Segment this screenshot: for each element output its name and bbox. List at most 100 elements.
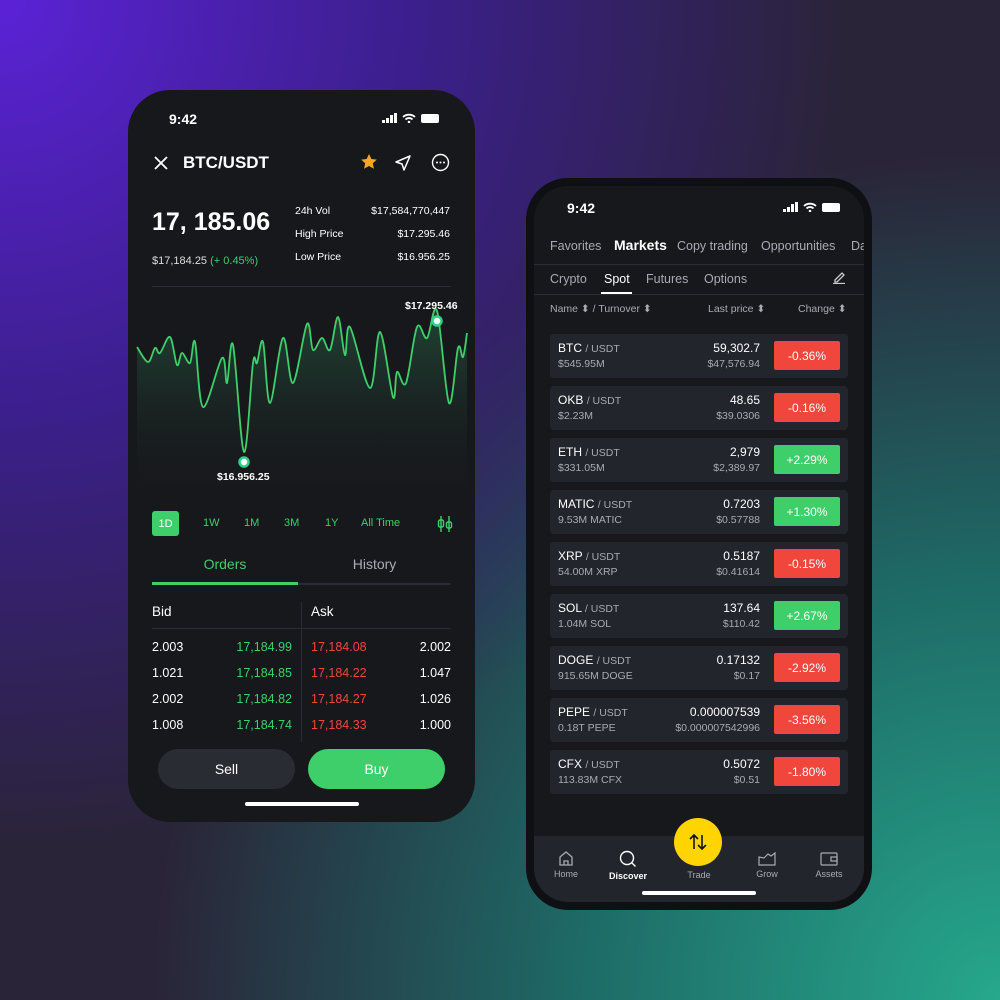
base: SOL <box>558 601 582 615</box>
market-row[interactable]: PEPE / USDT 0.18T PEPE 0.000007539 $0.00000… <box>550 698 848 742</box>
sub-price: $17,184.25 (+ 0.45%) <box>152 255 258 267</box>
market-row[interactable]: DOGE / USDT 915.65M DOGE 0.17132 $0.17 -2.92… <box>550 646 848 690</box>
sort-icon: ⬍ <box>756 303 766 315</box>
base: OKB <box>558 393 584 407</box>
usd-price: $17,184.25 <box>152 255 208 267</box>
turnover: $2.23M <box>558 410 594 422</box>
tab-copy-trading[interactable]: Copy trading <box>677 239 748 253</box>
name-label: Name <box>550 303 579 315</box>
usd-price: $0.17 <box>733 670 760 682</box>
wifi-icon <box>803 202 817 212</box>
subtab-options[interactable]: Options <box>704 272 747 286</box>
usd-price: $0.000007542996 <box>675 722 760 734</box>
tab-orders[interactable]: Orders <box>152 556 298 572</box>
tab-history[interactable]: History <box>298 556 451 572</box>
tab-markets[interactable]: Markets <box>614 237 667 253</box>
change-badge[interactable]: +2.29% <box>774 445 840 474</box>
market-row[interactable]: ETH / USDT $331.05M 2,979 $2,389.97 +2.29% <box>550 438 848 482</box>
quote: / USDT <box>597 499 633 511</box>
share-icon[interactable] <box>394 154 412 172</box>
stat-label: Low Price <box>295 251 342 263</box>
last-price: 59,302.7 <box>713 341 760 355</box>
sell-button[interactable]: Sell <box>158 749 295 789</box>
market-row[interactable]: SOL / USDT 1.04M SOL 137.64 $110.42 +2.67% <box>550 594 848 638</box>
usd-price: $39.0306 <box>716 410 760 422</box>
price-chart[interactable] <box>128 290 475 510</box>
change-badge[interactable]: -0.16% <box>774 393 840 422</box>
change-badge[interactable]: -3.56% <box>774 705 840 734</box>
ask-qty: 2.002 <box>419 640 451 654</box>
wifi-icon <box>402 113 416 123</box>
battery-icon <box>822 202 840 212</box>
header-last-price[interactable]: Last price ⬍ <box>708 303 765 315</box>
timeframe-1d[interactable]: 1D <box>152 511 179 536</box>
change-badge[interactable]: -1.80% <box>774 757 840 786</box>
market-row[interactable]: XRP / USDT 54.00M XRP 0.5187 $0.41614 -0.15% <box>550 542 848 586</box>
nav-grow[interactable]: Grow <box>742 850 792 879</box>
stat-row: 24h Vol $17,584,770,447 <box>295 205 450 228</box>
market-row[interactable]: BTC / USDT $545.95M 59,302.7 $47,576.94 -0.3… <box>550 334 848 378</box>
timeframe-1m[interactable]: 1M <box>244 517 259 529</box>
stat-label: High Price <box>295 228 344 240</box>
home-icon <box>559 851 573 866</box>
market-row[interactable]: CFX / USDT 113.83M CFX 0.5072 $0.51 -1.80% <box>550 750 848 794</box>
tab-favorites[interactable]: Favorites <box>550 239 601 253</box>
nav-assets[interactable]: Assets <box>804 850 854 879</box>
turnover: 54.00M XRP <box>558 566 618 578</box>
tab-more[interactable]: Da <box>851 239 864 253</box>
usd-price: $0.57788 <box>716 514 760 526</box>
more-icon[interactable] <box>431 153 450 172</box>
bid-header: Bid <box>152 604 172 619</box>
timeframe-1y[interactable]: 1Y <box>325 517 338 529</box>
header-name[interactable]: Name ⬍ / Turnover ⬍ <box>550 303 652 315</box>
edit-icon[interactable] <box>832 270 846 284</box>
usd-price: $47,576.94 <box>707 358 760 370</box>
divider <box>534 294 864 295</box>
change-badge[interactable]: -0.15% <box>774 549 840 578</box>
timeframe-3m[interactable]: 3M <box>284 517 299 529</box>
order-row: 1.008 17,184.74 17,184.33 1.000 <box>152 712 451 738</box>
ask-qty: 1.000 <box>419 718 451 732</box>
divider <box>152 628 451 629</box>
quote: / USDT <box>585 447 620 459</box>
status-icons <box>783 202 840 212</box>
turnover-label: Turnover <box>598 303 640 315</box>
change-badge[interactable]: -0.36% <box>774 341 840 370</box>
nav-home[interactable]: Home <box>541 850 591 879</box>
change-badge[interactable]: +1.30% <box>774 497 840 526</box>
bid-qty: 2.003 <box>152 640 184 654</box>
change-badge[interactable]: +2.67% <box>774 601 840 630</box>
base: ETH <box>558 445 582 459</box>
sep: / <box>592 303 596 315</box>
search-icon <box>619 850 636 867</box>
subtab-spot[interactable]: Spot <box>604 272 630 286</box>
pair-name: PEPE / USDT <box>558 705 628 719</box>
timeframe-all[interactable]: All Time <box>361 517 400 529</box>
ask-header: Ask <box>311 604 334 619</box>
tab-opportunities[interactable]: Opportunities <box>761 239 835 253</box>
change-badge[interactable]: -2.92% <box>774 653 840 682</box>
market-row[interactable]: OKB / USDT $2.23M 48.65 $39.0306 -0.16% <box>550 386 848 430</box>
candlestick-icon[interactable] <box>436 515 454 533</box>
low-label: $16.956.25 <box>217 471 270 483</box>
pair-name: CFX / USDT <box>558 757 620 771</box>
close-icon[interactable] <box>153 155 169 171</box>
header-change[interactable]: Change ⬍ <box>798 303 847 315</box>
base: DOGE <box>558 653 594 667</box>
last-price: 2,979 <box>729 445 760 459</box>
timeframe-1w[interactable]: 1W <box>203 517 220 529</box>
status-time: 9:42 <box>567 200 596 216</box>
last-price: 48.65 <box>729 393 760 407</box>
star-icon[interactable] <box>360 153 378 171</box>
status-icons <box>382 113 439 123</box>
nav-trade[interactable]: Trade <box>674 870 724 880</box>
buy-button[interactable]: Buy <box>308 749 445 789</box>
nav-discover[interactable]: Discover <box>603 850 653 881</box>
subtab-futures[interactable]: Futures <box>646 272 688 286</box>
market-row[interactable]: MATIC / USDT 9.53M MATIC 0.7203 $0.57788 +1.… <box>550 490 848 534</box>
subtab-crypto[interactable]: Crypto <box>550 272 587 286</box>
trade-button[interactable] <box>674 818 722 866</box>
base: BTC <box>558 341 582 355</box>
nav-label: Grow <box>756 869 778 879</box>
pair-name: DOGE / USDT <box>558 653 631 667</box>
